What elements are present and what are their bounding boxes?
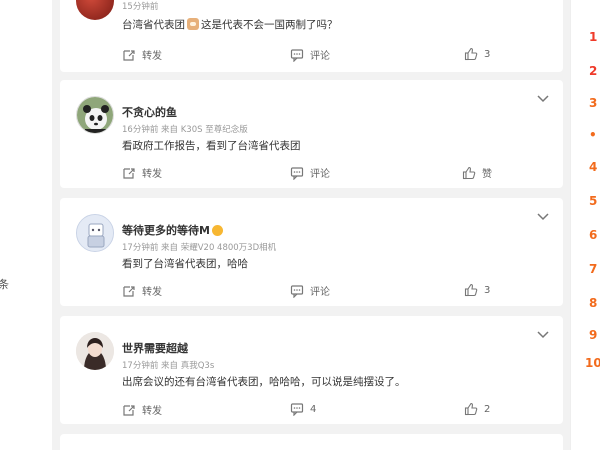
- comment-meta: 16分钟前 来自 K30S 至尊纪念版: [122, 125, 248, 135]
- cartoon-avatar[interactable]: [76, 214, 114, 252]
- rank-number[interactable]: 1: [589, 30, 597, 44]
- comment-button[interactable]: 评论: [290, 47, 330, 62]
- comment-button[interactable]: 评论: [290, 283, 330, 298]
- avatar[interactable]: [76, 0, 114, 20]
- comment-card: [60, 434, 563, 450]
- username[interactable]: 不贪心的鱼: [122, 104, 177, 120]
- thumbs-up-icon: [464, 402, 478, 416]
- repost-icon: [123, 167, 135, 179]
- rank-number[interactable]: 2: [589, 64, 597, 78]
- rank-number[interactable]: 10: [585, 356, 600, 370]
- portrait-icon: [76, 332, 114, 370]
- like-button[interactable]: 2: [464, 402, 490, 416]
- rank-number[interactable]: 7: [589, 262, 597, 276]
- chevron-down-icon[interactable]: [537, 94, 549, 104]
- rank-number[interactable]: 9: [589, 328, 597, 342]
- comment-meta: 17分钟前 来自 荣耀V20 4800万3D相机: [122, 243, 277, 253]
- comment-meta: 17分钟前 来自 真我Q3s: [122, 361, 215, 371]
- repost-button[interactable]: 转发: [122, 47, 162, 62]
- panda-icon: [77, 97, 113, 133]
- chevron-down-icon[interactable]: [537, 330, 549, 340]
- cartoon-figure-icon: [77, 215, 113, 251]
- comment-button[interactable]: 4: [290, 402, 316, 416]
- like-button[interactable]: 3: [464, 47, 490, 61]
- rank-number[interactable]: 3: [589, 96, 597, 110]
- comment-icon: [290, 166, 304, 180]
- rank-number[interactable]: 6: [589, 228, 597, 242]
- comment-text: 看到了台湾省代表团，哈哈: [122, 258, 248, 270]
- username[interactable]: 世界需要超越: [122, 340, 188, 356]
- comment-icon: [290, 48, 304, 62]
- comment-icon: [290, 284, 304, 298]
- username[interactable]: 等待更多的等待M: [122, 222, 223, 238]
- rank-number[interactable]: 4: [589, 160, 597, 174]
- comment-card: 世界需要超越 17分钟前 来自 真我Q3s 出席会议的还有台湾省代表团，哈哈哈，…: [60, 316, 563, 424]
- comment-card: 15分钟前 台湾省代表团 这是代表不会一国两制了吗？ 转发 评论 3: [60, 0, 563, 72]
- repost-icon: [123, 49, 135, 61]
- repost-button[interactable]: 转发: [122, 283, 162, 298]
- gold-vip-badge-icon: [211, 225, 223, 236]
- comment-card: 不贪心的鱼 16分钟前 来自 K30S 至尊纪念版 看政府工作报告，看到了台湾省…: [60, 80, 563, 188]
- rank-dot: •: [589, 128, 597, 142]
- thumbs-up-icon: [464, 283, 478, 297]
- girl-avatar[interactable]: [76, 332, 114, 370]
- like-button[interactable]: 赞: [462, 165, 492, 180]
- repost-button[interactable]: 转发: [122, 165, 162, 180]
- comment-time: 15分钟前: [122, 2, 159, 12]
- comment-text: 出席会议的还有台湾省代表团，哈哈哈，可以说是纯摆设了。: [122, 376, 406, 388]
- comment-button[interactable]: 评论: [290, 165, 330, 180]
- left-sidebar-text: 条: [0, 278, 9, 291]
- thumbs-up-icon: [464, 47, 478, 61]
- repost-icon: [123, 285, 135, 297]
- comment-card: 等待更多的等待M 17分钟前 来自 荣耀V20 4800万3D相机 看到了台湾省…: [60, 198, 563, 306]
- rank-number[interactable]: 8: [589, 296, 597, 310]
- comment-text: 看政府工作报告，看到了台湾省代表团: [122, 140, 301, 152]
- chevron-down-icon[interactable]: [537, 212, 549, 222]
- hot-ranking-sidebar: 1 2 3 • 4 5 6 7 8 9 10: [570, 0, 600, 450]
- panda-avatar[interactable]: [76, 96, 114, 134]
- like-button[interactable]: 3: [464, 283, 490, 297]
- doge-emoji-icon: [187, 18, 199, 30]
- repost-icon: [123, 404, 135, 416]
- thumbs-up-icon: [462, 166, 476, 179]
- repost-button[interactable]: 转发: [122, 402, 162, 417]
- rank-number[interactable]: 5: [589, 194, 597, 208]
- left-sidebar: 条: [0, 0, 52, 450]
- comment-icon: [290, 403, 304, 416]
- comment-text: 台湾省代表团 这是代表不会一国两制了吗？: [122, 18, 338, 31]
